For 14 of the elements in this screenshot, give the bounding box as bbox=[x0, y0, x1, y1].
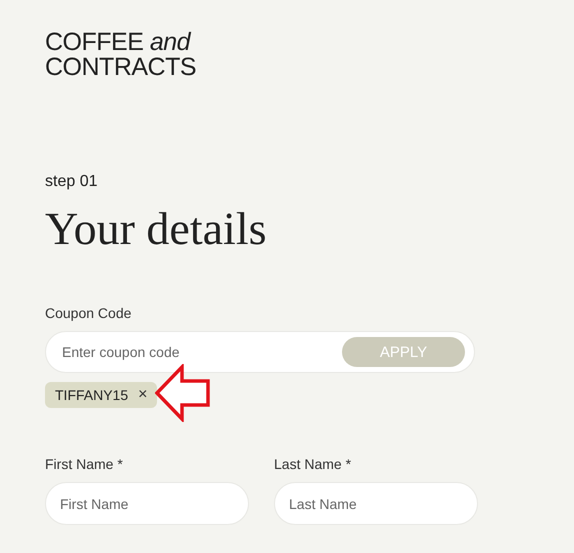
apply-button[interactable]: APPLY bbox=[342, 337, 465, 367]
remove-button[interactable]: × bbox=[136, 386, 150, 404]
arrow-icon bbox=[155, 364, 211, 422]
field-label: First Name * bbox=[45, 456, 124, 472]
input-field[interactable]: First Name bbox=[45, 482, 249, 525]
page-heading: Your details bbox=[45, 203, 268, 255]
field-label: Last Name * bbox=[274, 456, 352, 472]
step-label: step 01 bbox=[45, 173, 98, 191]
input-field[interactable]: Last Name bbox=[274, 482, 478, 525]
field-label: Coupon Code bbox=[45, 305, 132, 321]
logo-text: CONTRACTS bbox=[45, 55, 198, 80]
coupon-code: TIFFANY15 bbox=[55, 387, 128, 403]
logo-text: COFFEE and bbox=[45, 30, 192, 55]
coupon-field[interactable]: Enter coupon code APPLY bbox=[45, 331, 475, 373]
